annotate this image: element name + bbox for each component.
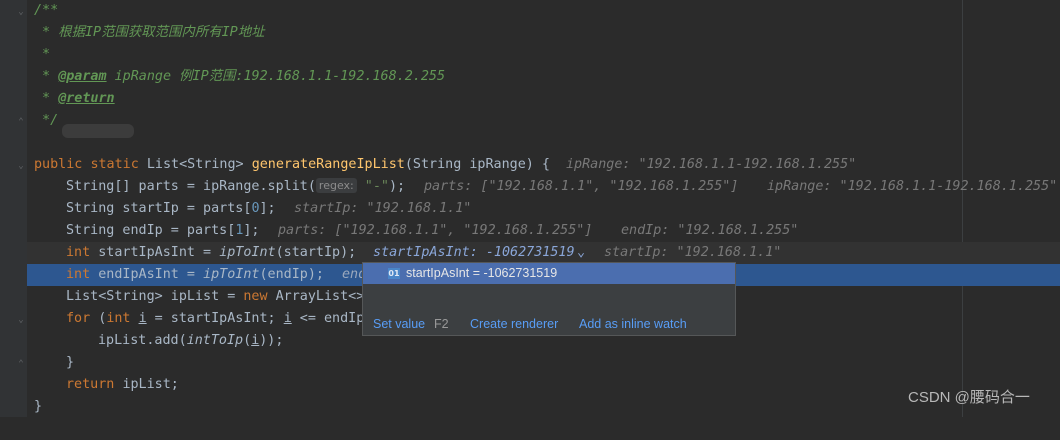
javadoc-comment: * 根据IP范围获取范围内所有IP地址 <box>34 25 265 40</box>
code-line[interactable]: * <box>27 44 1060 66</box>
code-line[interactable]: String endIp = parts[1]; parts: ["192.16… <box>27 220 1060 242</box>
popup-value-row[interactable]: 01 startIpAsInt = -1062731519 <box>363 263 735 284</box>
code-text: ipList.add( <box>98 333 187 348</box>
add-inline-watch-link[interactable]: Add as inline watch <box>579 312 687 336</box>
code-line[interactable]: String[] parts = ipRange.split(regex: "-… <box>27 176 1060 198</box>
code-line[interactable]: * @param ipRange 例IP范围:192.168.1.1-192.1… <box>27 66 1060 88</box>
javadoc-comment: /** <box>34 3 59 18</box>
code-text: ); <box>389 179 406 194</box>
inline-value-parts[interactable]: parts: ["192.168.1.1", "192.168.1.255"] <box>278 220 592 242</box>
keyword-int: int <box>66 267 99 282</box>
parameter-hint: regex: <box>315 178 357 193</box>
keyword-public: public <box>34 157 91 172</box>
fold-marker-icon[interactable]: ⌄ <box>17 316 25 325</box>
code-text: )); <box>259 333 284 348</box>
fold-marker-icon[interactable]: ⌃ <box>17 118 25 127</box>
code-text: endIpAsInt = <box>98 267 204 282</box>
method-params: (String ipRange) { <box>404 157 550 172</box>
method-call[interactable]: intToIp <box>187 333 243 348</box>
popup-value-text: startIpAsInt = -1062731519 <box>406 266 558 280</box>
javadoc-comment: */ <box>34 113 59 128</box>
inline-value-iprange[interactable]: ipRange: "192.168.1.1-192.168.1.255" <box>566 154 856 176</box>
method-call[interactable]: ipToInt <box>219 245 275 260</box>
code-line[interactable]: int startIpAsInt = ipToInt(startIp); sta… <box>27 242 1060 264</box>
code-line[interactable]: return ipList; <box>27 374 1060 396</box>
return-type: List<String> <box>146 157 252 172</box>
code-line[interactable]: * @return <box>27 88 1060 110</box>
editor-gutter[interactable] <box>0 0 27 417</box>
javadoc-comment: * <box>34 91 59 106</box>
keyword-int: int <box>106 311 139 326</box>
inline-value-iprange[interactable]: ipRange: "192.168.1.1-192.168.1.255" <box>767 176 1057 198</box>
keyword-int: int <box>66 245 99 260</box>
closing-brace: } <box>34 399 43 414</box>
javadoc-comment: * <box>34 47 51 62</box>
inline-value-startip[interactable]: startIp: "192.168.1.1" <box>604 242 781 264</box>
keyword-for: for <box>66 311 99 326</box>
javadoc-comment: ipRange 例IP范围:192.168.1.1-192.168.2.255 <box>106 69 446 84</box>
code-text: ]; <box>243 223 260 238</box>
code-text: String startIp = parts[ <box>66 201 252 216</box>
code-line[interactable]: } <box>27 396 1060 418</box>
loop-variable: i <box>283 311 292 326</box>
create-renderer-link[interactable]: Create renderer <box>470 312 558 336</box>
javadoc-return-tag[interactable]: @return <box>58 91 114 106</box>
code-text: ]; <box>259 201 276 216</box>
inline-value-startipasint[interactable]: startIpAsInt: -1062731519 <box>373 242 575 264</box>
code-text: = startIpAsInt; <box>146 311 284 326</box>
method-call[interactable]: ipToInt <box>203 267 259 282</box>
code-text: String[] parts = ipRange.split( <box>66 179 316 194</box>
inline-value-endip[interactable]: endIp: "192.168.1.255" <box>621 220 798 242</box>
code-text: (startIp); <box>275 245 357 260</box>
code-text: ArrayList<> <box>275 289 365 304</box>
code-text: String endIp = parts[ <box>66 223 236 238</box>
code-line[interactable]: */ <box>27 110 1060 132</box>
closing-brace: } <box>66 355 75 370</box>
javadoc-param-tag[interactable]: @param <box>58 69 106 84</box>
code-text: List<String> ipList = <box>66 289 244 304</box>
code-line[interactable]: String startIp = parts[0]; startIp: "192… <box>27 198 1060 220</box>
loop-variable: i <box>138 311 147 326</box>
fold-marker-icon[interactable]: ⌄ <box>17 162 25 171</box>
string-literal: "-" <box>356 179 389 194</box>
code-text: startIpAsInt = <box>98 245 220 260</box>
code-line[interactable]: /** <box>27 0 1060 22</box>
set-value-shortcut: F2 <box>434 317 449 331</box>
keyword-static: static <box>90 157 147 172</box>
watermark: CSDN @腰码合一 <box>908 389 1030 406</box>
primitive-value-icon: 01 <box>388 268 400 279</box>
fold-marker-icon[interactable]: ⌃ <box>17 360 25 369</box>
code-text: (endIp); <box>259 267 325 282</box>
popup-actions: Set value F2 Create renderer Add as inli… <box>363 312 735 336</box>
code-text: ipList; <box>122 377 179 392</box>
inline-value-parts[interactable]: parts: ["192.168.1.1", "192.168.1.255"] <box>424 176 738 198</box>
keyword-new: new <box>243 289 276 304</box>
javadoc-comment: * <box>34 69 59 84</box>
code-text: <= endIp <box>291 311 365 326</box>
inline-value-popup[interactable]: 01 startIpAsInt = -1062731519 Set value … <box>362 262 736 336</box>
keyword-return: return <box>66 377 123 392</box>
blurred-annotation <box>62 124 134 138</box>
code-line[interactable]: * 根据IP范围获取范围内所有IP地址 <box>27 22 1060 44</box>
chevron-down-icon[interactable]: ⌄ <box>577 242 585 264</box>
fold-marker-icon[interactable]: ⌄ <box>17 8 25 17</box>
number-literal: 0 <box>251 201 260 216</box>
code-text: ( <box>243 333 252 348</box>
inline-value-startip[interactable]: startIp: "192.168.1.1" <box>294 198 471 220</box>
code-line[interactable]: public static List<String> generateRange… <box>27 154 1060 176</box>
method-name[interactable]: generateRangeIpList <box>252 157 405 172</box>
set-value-link[interactable]: Set value <box>373 312 425 336</box>
code-line[interactable]: } <box>27 352 1060 374</box>
